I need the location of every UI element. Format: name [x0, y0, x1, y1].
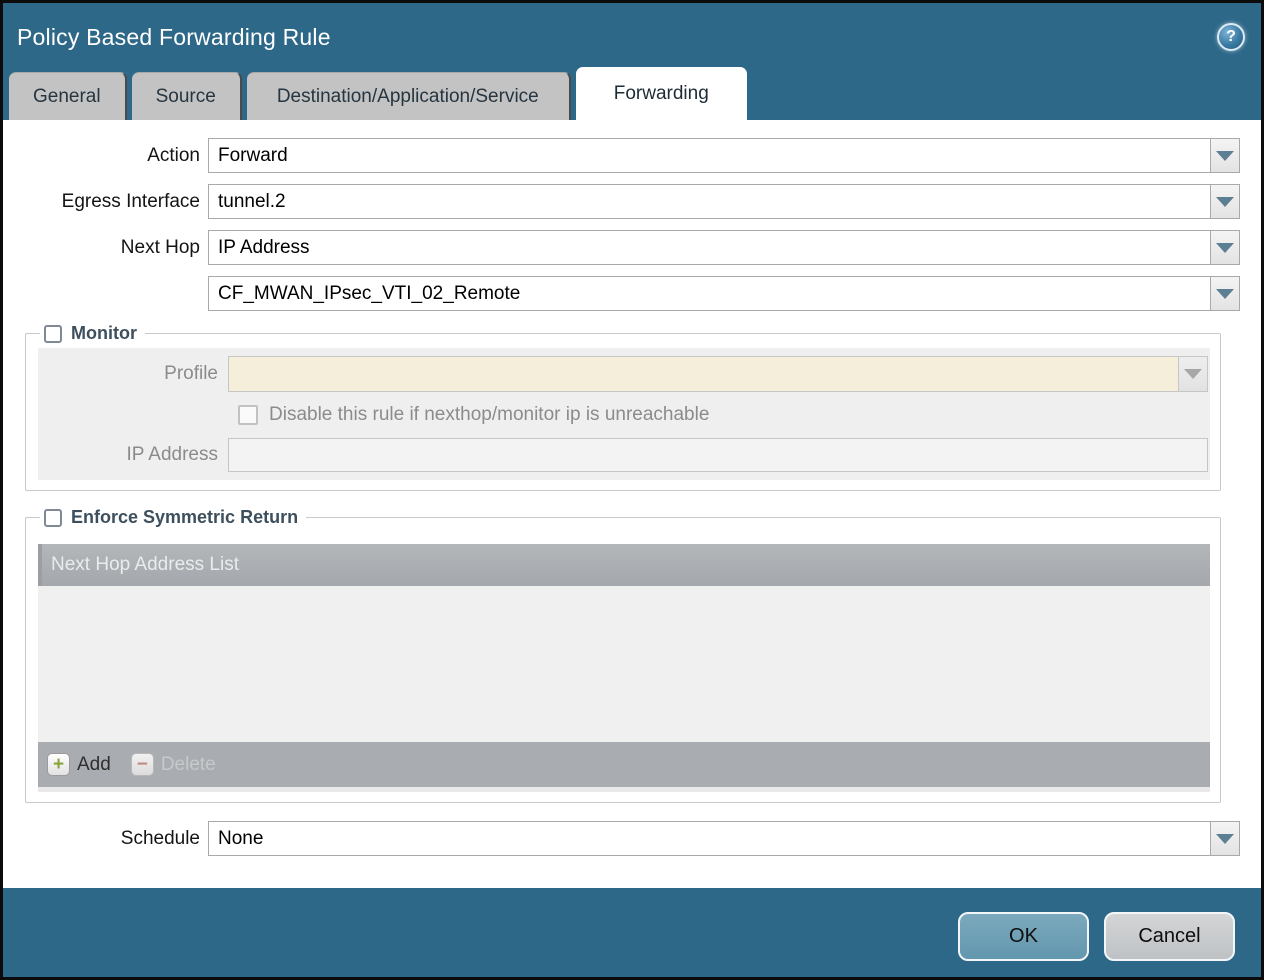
action-dropdown-button[interactable] [1210, 138, 1240, 173]
profile-dropdown [228, 356, 1208, 392]
tab-destination-application-service[interactable]: Destination/Application/Service [247, 72, 571, 120]
next-hop-dropdown: IP Address [208, 230, 1240, 265]
monitor-ip-label: IP Address [38, 444, 228, 466]
next-hop-dropdown-button[interactable] [1210, 230, 1240, 265]
next-hop-address-row: CF_MWAN_IPsec_VTI_02_Remote [3, 276, 1240, 311]
delete-button: − Delete [131, 753, 216, 776]
profile-label: Profile [38, 363, 228, 385]
egress-interface-label: Egress Interface [3, 191, 208, 213]
egress-interface-dropdown-button[interactable] [1210, 184, 1240, 219]
table-bottom-strip [38, 787, 1210, 792]
delete-button-label: Delete [161, 754, 216, 776]
chevron-down-icon [1216, 151, 1234, 161]
action-row: Action Forward [3, 138, 1240, 173]
table-body-empty[interactable] [38, 586, 1210, 742]
profile-row: Profile [38, 356, 1208, 392]
tab-general[interactable]: General [9, 72, 127, 120]
disable-rule-checkbox [238, 405, 258, 425]
chevron-down-icon [1216, 834, 1234, 844]
dialog-footer: OK Cancel [3, 888, 1261, 977]
help-icon[interactable]: ? [1217, 23, 1245, 51]
action-value[interactable]: Forward [208, 138, 1210, 173]
pbf-rule-dialog: Policy Based Forwarding Rule ? General S… [0, 0, 1264, 980]
monitor-legend: Monitor [40, 323, 145, 344]
action-dropdown: Forward [208, 138, 1240, 173]
schedule-dropdown: None [208, 821, 1240, 856]
monitor-checkbox[interactable] [44, 325, 62, 343]
minus-icon: − [131, 753, 154, 776]
monitor-ip-row: IP Address [38, 438, 1208, 472]
monitor-panel: Profile Disable this rule if nexthop/mon… [38, 348, 1210, 480]
chevron-down-icon [1184, 369, 1202, 379]
disable-rule-label: Disable this rule if nexthop/monitor ip … [269, 404, 709, 426]
monitor-legend-label: Monitor [71, 323, 137, 344]
egress-interface-value[interactable]: tunnel.2 [208, 184, 1210, 219]
symmetric-return-legend-label: Enforce Symmetric Return [71, 507, 298, 528]
table-toolbar: + Add − Delete [38, 742, 1210, 787]
ok-button[interactable]: OK [958, 912, 1089, 961]
schedule-dropdown-button[interactable] [1210, 821, 1240, 856]
chevron-down-icon [1216, 243, 1234, 253]
next-hop-value[interactable]: IP Address [208, 230, 1210, 265]
tab-bar: General Source Destination/Application/S… [3, 67, 1261, 120]
monitor-ip-input [228, 438, 1208, 472]
tab-panel-forwarding: Action Forward Egress Interface tunnel.2… [3, 120, 1261, 888]
next-hop-address-table: Next Hop Address List + Add − Delete [38, 544, 1210, 792]
schedule-value[interactable]: None [208, 821, 1210, 856]
add-button-label: Add [77, 754, 111, 776]
column-header-next-hop-address-list: Next Hop Address List [51, 554, 239, 576]
symmetric-return-group: Enforce Symmetric Return Next Hop Addres… [25, 507, 1221, 803]
tab-source[interactable]: Source [132, 72, 242, 120]
table-header: Next Hop Address List [38, 544, 1210, 586]
cancel-button[interactable]: Cancel [1104, 912, 1235, 961]
plus-icon: + [47, 753, 70, 776]
add-button[interactable]: + Add [47, 753, 111, 776]
profile-dropdown-button [1178, 356, 1208, 392]
dialog-titlebar: Policy Based Forwarding Rule ? [3, 3, 1261, 67]
egress-interface-dropdown: tunnel.2 [208, 184, 1240, 219]
next-hop-address-dropdown-button[interactable] [1210, 276, 1240, 311]
next-hop-row: Next Hop IP Address [3, 230, 1240, 265]
next-hop-address-dropdown: CF_MWAN_IPsec_VTI_02_Remote [208, 276, 1240, 311]
symmetric-return-checkbox[interactable] [44, 509, 62, 527]
action-label: Action [3, 145, 208, 167]
disable-rule-row: Disable this rule if nexthop/monitor ip … [38, 404, 1208, 426]
tab-forwarding[interactable]: Forwarding [576, 67, 747, 120]
next-hop-address-value[interactable]: CF_MWAN_IPsec_VTI_02_Remote [208, 276, 1210, 311]
schedule-row: Schedule None [3, 821, 1240, 856]
schedule-label: Schedule [3, 828, 208, 850]
symmetric-return-legend: Enforce Symmetric Return [40, 507, 306, 528]
egress-interface-row: Egress Interface tunnel.2 [3, 184, 1240, 219]
profile-value [228, 356, 1178, 392]
chevron-down-icon [1216, 289, 1234, 299]
next-hop-label: Next Hop [3, 237, 208, 259]
monitor-group: Monitor Profile Disable this rule if nex… [25, 323, 1221, 491]
dialog-title: Policy Based Forwarding Rule [17, 24, 331, 51]
chevron-down-icon [1216, 197, 1234, 207]
